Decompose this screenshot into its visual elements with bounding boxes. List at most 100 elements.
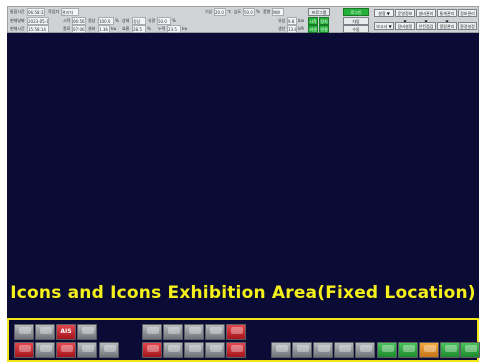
tile-label bbox=[206, 334, 224, 339]
status-label: 상태 bbox=[122, 18, 130, 23]
tile-label bbox=[100, 352, 118, 357]
tile-label bbox=[15, 352, 33, 357]
status-value: 2023-05-15 bbox=[27, 17, 49, 25]
toolbar-icon-button[interactable] bbox=[460, 342, 480, 358]
tile-glyph-icon bbox=[231, 327, 243, 334]
tile-glyph-icon bbox=[189, 327, 201, 334]
tile-glyph-icon bbox=[19, 327, 31, 334]
menu-button[interactable]: 안전점검 ▼ bbox=[416, 22, 436, 37]
status-label: 설비 bbox=[88, 26, 96, 31]
tile-glyph-icon bbox=[82, 345, 94, 352]
tile-glyph-icon bbox=[276, 345, 288, 352]
manual-button[interactable]: 수동 bbox=[343, 25, 369, 33]
toolbar-icon-button[interactable]: AIS bbox=[56, 324, 76, 340]
auto-button[interactable]: 자동 bbox=[343, 17, 369, 25]
tile-label bbox=[143, 334, 161, 339]
tile-label bbox=[420, 352, 438, 357]
toolbar-icon-button[interactable] bbox=[99, 342, 119, 358]
menu-button[interactable]: 운영정보 ▼ bbox=[395, 9, 415, 24]
tile-glyph-icon bbox=[445, 345, 457, 352]
tile-glyph-icon bbox=[104, 345, 116, 352]
tile-label bbox=[185, 352, 203, 357]
status-label: 종료 bbox=[63, 26, 71, 31]
toolbar-icon-button[interactable] bbox=[77, 324, 97, 340]
toolbar-icon-button[interactable] bbox=[163, 342, 183, 358]
toolbar-icon-button[interactable] bbox=[271, 342, 291, 358]
tile-glyph-icon bbox=[403, 345, 415, 352]
toolbar-icon-button[interactable] bbox=[419, 342, 439, 358]
menu-button[interactable]: 통계관리 ▼ bbox=[437, 9, 457, 24]
menu-button[interactable]: 환경설정 ▼ bbox=[458, 22, 477, 37]
toolbar-icon-button[interactable] bbox=[142, 324, 162, 340]
status-bar: 통합시간 06:58:33 작업자 관리자 기상 20.0 ℃ 습도 50.0 … bbox=[7, 6, 479, 37]
status-value: 100.0 bbox=[98, 17, 114, 25]
login-button[interactable]: 로그인 bbox=[343, 8, 369, 16]
toolbar-icon-button[interactable] bbox=[440, 342, 460, 358]
status-label: 습도 bbox=[234, 9, 242, 14]
status-label: 풍향 bbox=[263, 9, 271, 14]
tile-glyph-icon bbox=[297, 345, 309, 352]
status-label: 정상 bbox=[88, 18, 96, 23]
tile-glyph-icon bbox=[465, 345, 477, 352]
toolbar-icon-button[interactable] bbox=[184, 342, 204, 358]
menu-button[interactable]: 설비관리 ▼ bbox=[416, 9, 436, 24]
tile-label bbox=[227, 334, 245, 339]
toolbar-icon-button[interactable] bbox=[77, 342, 97, 358]
menu-button[interactable]: 보고서 ▼ bbox=[374, 22, 394, 30]
toolbar-icon-button[interactable] bbox=[205, 342, 225, 358]
menu-button[interactable]: 정보관리 bbox=[458, 9, 477, 17]
menu-button[interactable]: 설정 ▼ bbox=[374, 9, 394, 17]
toolbar-icon-button[interactable] bbox=[377, 342, 397, 358]
tile-glyph-icon bbox=[189, 345, 201, 352]
tile-label bbox=[272, 352, 290, 357]
status-value: NW bbox=[272, 8, 284, 16]
toolbar-icon-button[interactable] bbox=[313, 342, 333, 358]
tile-label bbox=[227, 352, 245, 357]
toolbar-icon-button[interactable] bbox=[226, 324, 246, 340]
toolbar-icon-button[interactable] bbox=[398, 342, 418, 358]
tile-glyph-icon bbox=[318, 345, 330, 352]
tile-glyph-icon bbox=[168, 327, 180, 334]
toolbar-icon-button[interactable] bbox=[142, 342, 162, 358]
tile-glyph-icon bbox=[61, 345, 73, 352]
tile-label: AIS bbox=[60, 328, 72, 335]
toolbar-icon-button[interactable] bbox=[14, 342, 34, 358]
tile-glyph-icon bbox=[40, 345, 52, 352]
start-button[interactable]: 시작 bbox=[308, 17, 318, 25]
tile-glyph-icon bbox=[210, 345, 222, 352]
tile-label bbox=[461, 352, 479, 357]
connect-button[interactable]: 연결 bbox=[319, 25, 329, 33]
status-label: 기상 bbox=[205, 9, 213, 14]
toolbar-icon-button[interactable] bbox=[334, 342, 354, 358]
toolbar-icon-button[interactable] bbox=[292, 342, 312, 358]
status-value: 15:58:14 bbox=[27, 25, 49, 33]
menu-button[interactable]: 알람관리 ▼ bbox=[437, 22, 457, 37]
toolbar-icon-button[interactable] bbox=[35, 342, 55, 358]
reset-button[interactable]: 리셋 bbox=[308, 25, 318, 33]
tile-glyph-icon bbox=[360, 345, 372, 352]
status-unit: bar bbox=[298, 18, 304, 23]
tile-glyph-icon bbox=[19, 345, 31, 352]
status-unit: kw bbox=[111, 26, 116, 31]
toolbar-icon-button[interactable] bbox=[226, 342, 246, 358]
toolbar-icon-button[interactable] bbox=[56, 342, 76, 358]
status-value: 관리자 bbox=[61, 8, 79, 16]
status-value: 13.8 bbox=[287, 25, 297, 33]
toolbar-icon-button[interactable] bbox=[14, 324, 34, 340]
icon-tray: AIS bbox=[7, 318, 480, 362]
tile-label bbox=[293, 352, 311, 357]
toolbar-icon-button[interactable] bbox=[355, 342, 375, 358]
status-value: 23.5 bbox=[167, 25, 181, 33]
status-label: 작업자 bbox=[48, 9, 60, 14]
toolbar-icon-button[interactable] bbox=[163, 324, 183, 340]
toolbar-icon-button[interactable] bbox=[35, 324, 55, 340]
toolbar-icon-button[interactable] bbox=[205, 324, 225, 340]
stop-button[interactable]: 정지 bbox=[319, 17, 329, 25]
program-button[interactable]: 프로그램 bbox=[308, 8, 330, 16]
main-display-area[interactable] bbox=[7, 33, 479, 318]
menu-button[interactable]: 장비설정 ▼ bbox=[395, 22, 415, 37]
toolbar-icon-button[interactable] bbox=[184, 324, 204, 340]
tile-label bbox=[399, 352, 417, 357]
status-value: 28.5 bbox=[132, 25, 146, 33]
status-unit: % bbox=[147, 26, 151, 31]
